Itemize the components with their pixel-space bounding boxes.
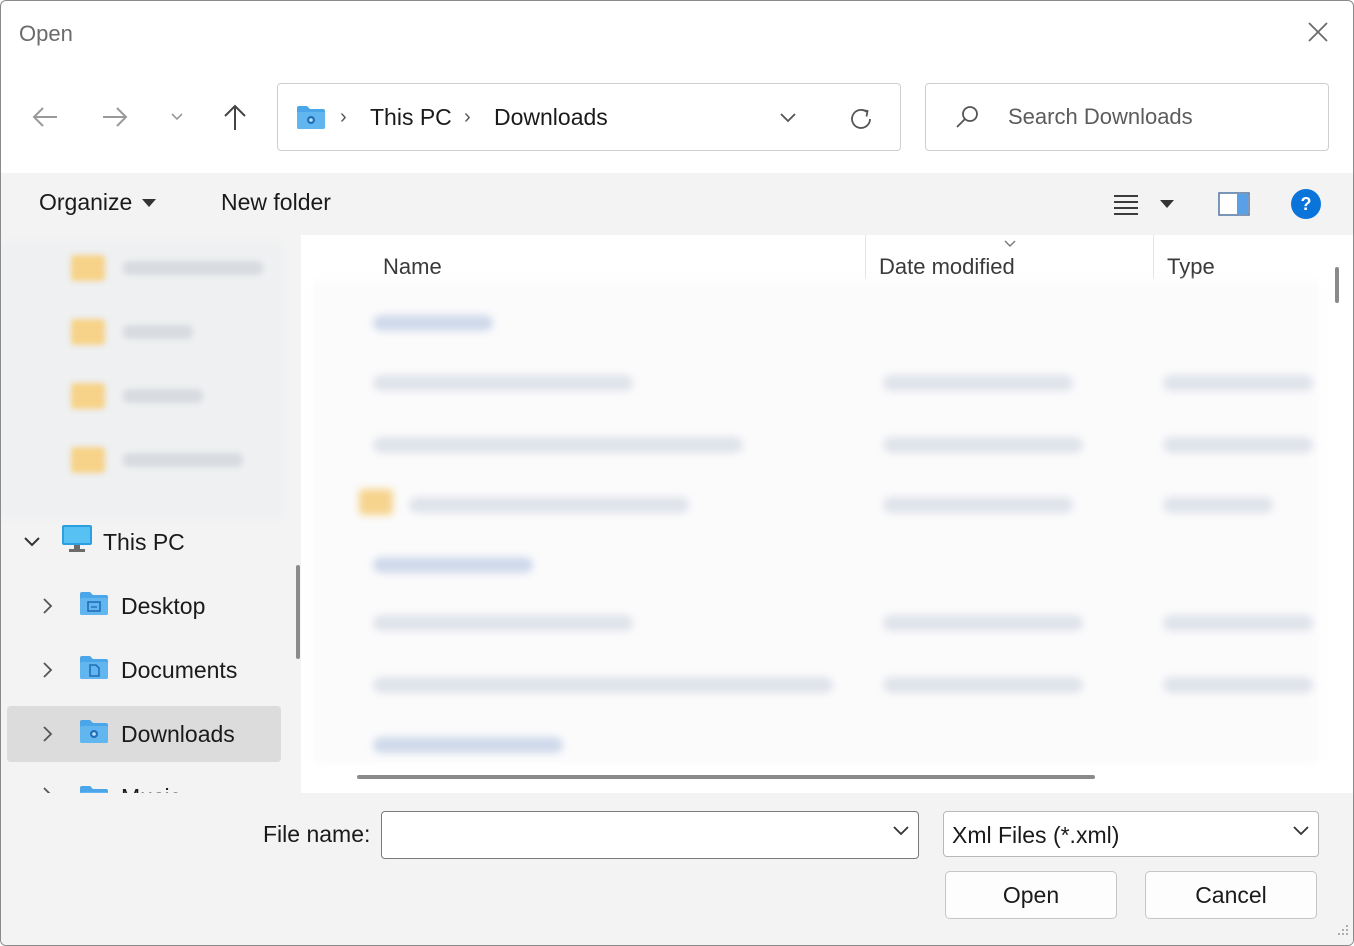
sidebar-item-downloads[interactable]: Downloads: [7, 706, 281, 762]
file-name-dropdown-button[interactable]: [892, 824, 910, 842]
recent-locations-button[interactable]: [157, 97, 197, 137]
open-button[interactable]: Open: [945, 871, 1117, 919]
chevron-down-icon: [780, 113, 796, 123]
address-bar[interactable]: › This PC › Downloads: [277, 83, 901, 151]
pc-icon: [61, 524, 93, 560]
chevron-right-icon[interactable]: [33, 770, 63, 794]
caret-down-icon: [142, 198, 157, 207]
refresh-icon: [851, 109, 871, 129]
breadcrumb-separator: ›: [340, 106, 347, 128]
file-type-dropdown-button[interactable]: [1292, 824, 1310, 842]
new-folder-label: New folder: [221, 189, 331, 215]
search-box[interactable]: Search Downloads: [925, 83, 1329, 151]
dialog-footer: File name: Xml Files (*.xml) Open Cancel: [1, 793, 1353, 945]
chevron-down-icon: [171, 113, 183, 121]
search-icon: [954, 104, 980, 135]
music-folder-icon: [79, 770, 109, 794]
column-header-label: Name: [383, 254, 442, 279]
up-button[interactable]: [215, 97, 255, 137]
refresh-button[interactable]: [844, 102, 878, 136]
preview-pane-button[interactable]: [1217, 187, 1251, 221]
file-name-label: File name:: [263, 821, 371, 847]
navigation-scrollbar[interactable]: [296, 565, 300, 659]
sidebar-item-music[interactable]: Music: [7, 770, 281, 794]
sidebar-item-label: Music: [121, 770, 181, 794]
sidebar-item-desktop[interactable]: Desktop: [7, 578, 281, 634]
address-dropdown-button[interactable]: [774, 104, 802, 132]
desktop-folder-icon: [79, 590, 109, 622]
svg-text:?: ?: [1301, 194, 1312, 214]
sidebar-item-label: This PC: [103, 528, 185, 555]
search-placeholder: Search Downloads: [1008, 104, 1193, 129]
forward-button[interactable]: [95, 97, 135, 137]
organize-label: Organize: [39, 189, 133, 215]
breadcrumb-downloads[interactable]: Downloads: [494, 104, 608, 131]
cancel-button[interactable]: Cancel: [1145, 871, 1317, 919]
breadcrumb-separator: ›: [464, 106, 471, 128]
documents-folder-icon: [79, 654, 109, 686]
column-header-label: Type: [1167, 254, 1215, 279]
file-list-vertical-scrollbar[interactable]: [1335, 267, 1339, 303]
chevron-down-icon: [1293, 826, 1309, 836]
chevron-down-icon: [893, 826, 909, 836]
command-bar: Organize New folder ?: [1, 173, 1353, 235]
resize-grip-icon[interactable]: [1335, 922, 1349, 941]
blurred-file-list: [313, 281, 1319, 763]
chevron-right-icon[interactable]: [33, 725, 63, 743]
downloads-folder-icon: [296, 104, 326, 135]
navigation-pane: This PC Desktop Documents Downloads: [1, 235, 301, 794]
arrow-right-icon: [103, 107, 128, 127]
preview-pane-icon: [1218, 192, 1250, 216]
organize-button[interactable]: Organize: [39, 189, 157, 216]
help-icon: ?: [1291, 189, 1321, 219]
file-type-value: Xml Files (*.xml): [952, 822, 1120, 848]
column-divider[interactable]: [865, 235, 866, 279]
view-dropdown-button[interactable]: [1155, 187, 1179, 221]
chevron-right-icon[interactable]: [33, 597, 63, 615]
close-icon: [1308, 22, 1328, 42]
new-folder-button[interactable]: New folder: [221, 189, 331, 216]
sidebar-item-label: Desktop: [121, 592, 206, 619]
caret-down-icon: [1160, 200, 1174, 208]
close-button[interactable]: [1301, 15, 1335, 49]
back-button[interactable]: [25, 97, 65, 137]
arrow-up-icon: [224, 104, 246, 130]
file-list-horizontal-scrollbar[interactable]: [357, 775, 1095, 779]
sidebar-item-this-pc[interactable]: This PC: [7, 514, 281, 570]
arrow-left-icon: [32, 107, 57, 127]
downloads-folder-icon: [79, 718, 109, 750]
column-header-label: Date modified: [879, 254, 1015, 279]
sidebar-item-label: Downloads: [121, 720, 235, 747]
file-name-combobox[interactable]: [381, 811, 919, 859]
sidebar-item-label: Documents: [121, 656, 238, 683]
dialog-title: Open: [19, 21, 73, 46]
file-name-input[interactable]: [390, 818, 870, 852]
sidebar-item-documents[interactable]: Documents: [7, 642, 281, 698]
help-button[interactable]: ?: [1289, 187, 1323, 221]
view-options-button[interactable]: [1111, 187, 1141, 221]
open-file-dialog: Open › This PC › Downloads Search Downlo…: [0, 0, 1354, 946]
column-divider[interactable]: [1153, 235, 1154, 279]
chevron-right-icon[interactable]: [33, 661, 63, 679]
breadcrumb-this-pc[interactable]: This PC: [370, 104, 452, 131]
file-list-pane: Name Date modified Type: [313, 235, 1353, 793]
file-type-select[interactable]: Xml Files (*.xml): [943, 811, 1319, 857]
blurred-quick-access: [1, 243, 281, 518]
chevron-down-icon[interactable]: [17, 536, 47, 548]
list-view-icon: [1114, 195, 1138, 215]
